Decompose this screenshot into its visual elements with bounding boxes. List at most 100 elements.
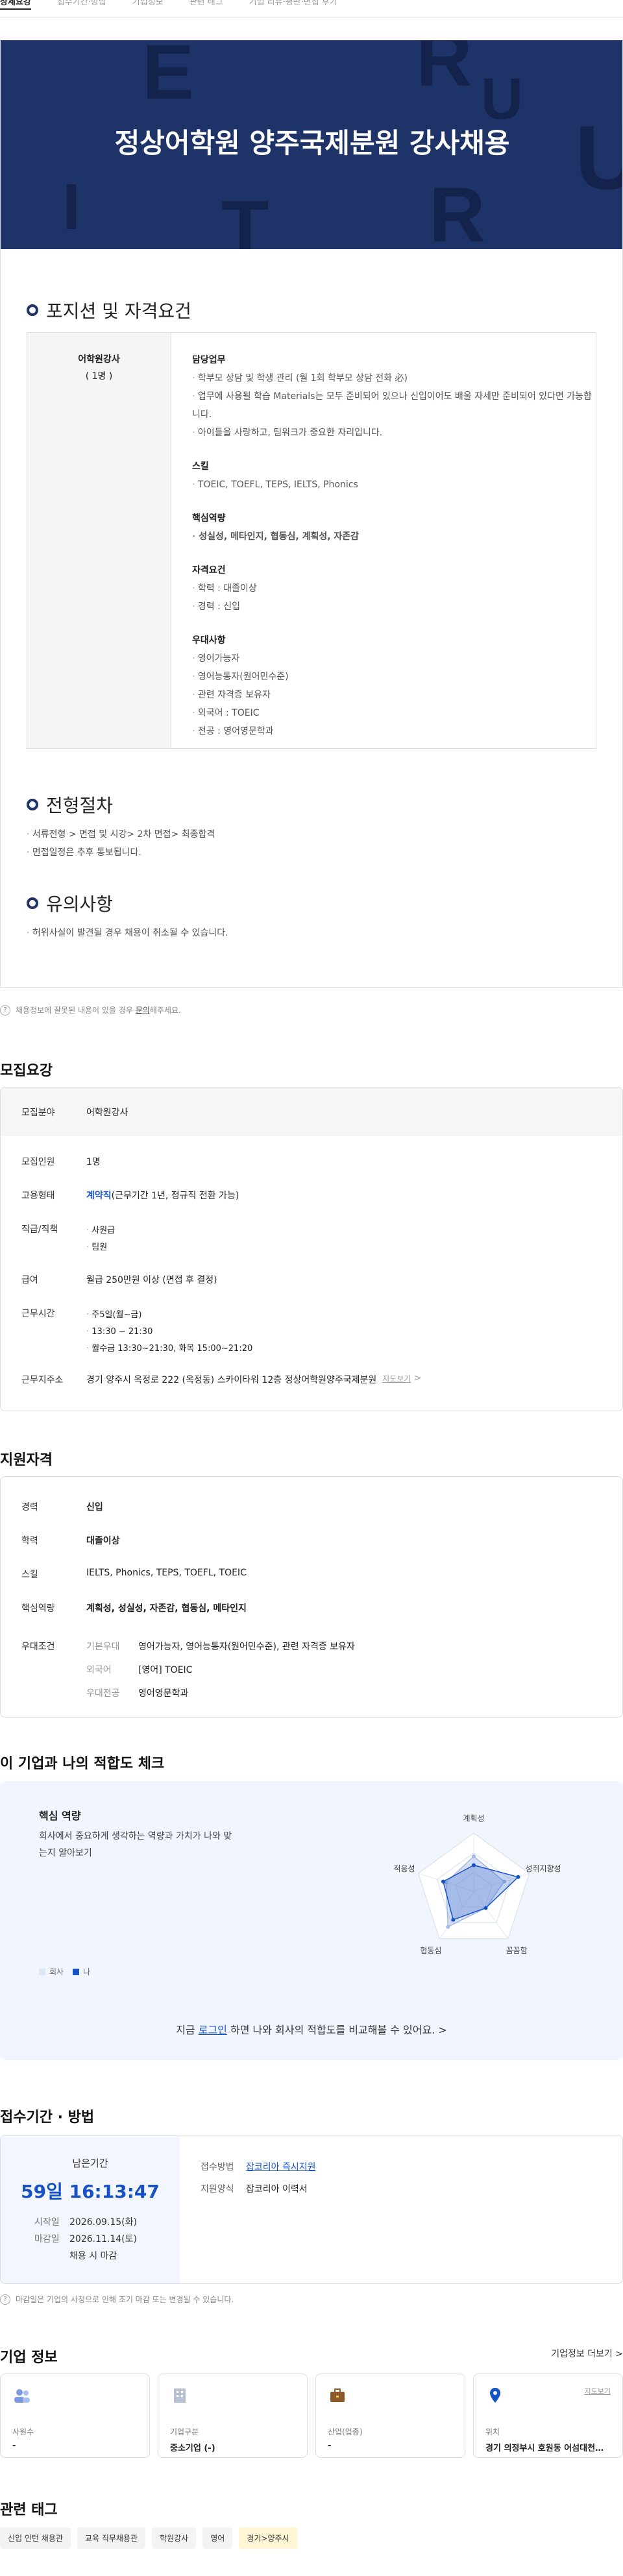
requirement-item: 아이들을 사랑하고, 팀워크가 중요한 자리입니다. (192, 424, 596, 442)
tag-item[interactable]: 경기>양주시 (239, 2527, 297, 2549)
radar-axis-label: 계획성 (463, 1814, 484, 1823)
tab-reviews[interactable]: 기업 리뷰·평판·면접 후기 (249, 0, 337, 7)
banner-letter: T (221, 184, 269, 249)
apply-link[interactable]: 잡코리아 즉시지원 (246, 2162, 316, 2172)
building-icon (174, 2388, 186, 2403)
map-link[interactable]: 지도보기 (382, 1373, 411, 1386)
radar-me-point (516, 1875, 520, 1879)
radar-axis-label: 적응성 (393, 1864, 415, 1873)
chevron-right-icon: > (438, 2024, 447, 2036)
role-count: ( 1명 ) (85, 371, 113, 382)
question-icon: ? (0, 2294, 10, 2305)
period-left: 남은기간 59일 16:13:47 시작일 2026.09.15(화) 마감일 20… (1, 2135, 180, 2283)
tag-list: 신입 인턴 채용관 교육 직무채용관 학원강사 영어 경기>양주시 (0, 2527, 297, 2549)
legend-company-swatch (39, 1968, 45, 1975)
company-card-industry: 산업(업종) - (315, 2374, 465, 2458)
tab-period[interactable]: 접수기간·방법 (57, 0, 106, 7)
requirement-item: 학부모 상담 및 학생 관리 (월 1회 학부모 상담 전화 必) (192, 369, 596, 387)
banner-letter: I (62, 171, 80, 243)
position-role-cell: 어학원강사 ( 1명 ) (27, 333, 171, 748)
map-link[interactable]: 지도보기 (585, 2386, 611, 2396)
start-date: 2026.09.15(화) (69, 2217, 137, 2228)
question-icon: ? (0, 1004, 10, 1015)
requirement-item: 업무에 사용될 학습 Materials는 모두 준비되어 있으나 신입이어도 … (192, 387, 596, 424)
legend-me: 나 (83, 1967, 91, 1976)
tab-company[interactable]: 기업정보 (132, 0, 164, 7)
radar-me-point (483, 1906, 488, 1910)
caution-item: 허위사실이 발견될 경우 채용이 취소될 수 있습니다. (27, 924, 228, 942)
radar-chart: 계획성성취지향성꼼꼼함 협동심 적응성 (393, 1814, 561, 1956)
period-right: 접수방법 잡코리아 즉시지원 지원양식 잡코리아 이력서 (201, 2162, 316, 2194)
qual-row: 우대조건 기본우대 영어가능자, 영어능통자(원어민수준), 관련 자격증 보유자… (21, 1642, 355, 1699)
tag-item[interactable]: 학원강사 (152, 2527, 197, 2549)
radar-me-point (451, 1917, 456, 1922)
recruit-row: 모집인원 1명 (21, 1157, 101, 1167)
form-type: 잡코리아 이력서 (246, 2184, 308, 2194)
requirement-group: 스킬 TOEIC, TOEFL, TEPS, IELTS, Phonics (192, 457, 596, 494)
legend-company: 회사 (49, 1967, 64, 1976)
requirement-group: 핵심역량성실성, 메타인지, 협동심, 계획성, 자존감 (192, 509, 596, 546)
tag-item[interactable]: 교육 직무채용관 (77, 2527, 146, 2549)
requirement-group-title: 핵심역량 (192, 513, 226, 524)
qual-title: 지원자격 (0, 1452, 53, 1468)
requirement-item: 영어능통자(원어민수준) (192, 668, 596, 686)
job-detail-box: E R I T R U U 정상어학원 양주국제분원 강사채용 포지션 및 자격… (0, 40, 623, 988)
report-note: ? 채용정보에 잘못된 내용이 있을 경우 문의 해주세요. (0, 1004, 181, 1015)
company-card-type: 기업구분 중소기업 (-) (158, 2374, 308, 2458)
radar-company-point (472, 1854, 476, 1858)
top-tabs: 상세요강 접수기간·방법 기업정보 관련 태그 기업 리뷰·평판·면접 후기 (0, 0, 623, 18)
requirement-item: 관련 자격증 보유자 (192, 686, 596, 704)
qual-row: 핵심역량 계획성, 성실성, 자존감, 협동심, 메타인지 (21, 1603, 247, 1614)
end-date: 2026.11.14(토) (69, 2234, 137, 2244)
fit-cta: 지금 로그인 하면 나와 회사의 적합도를 비교해볼 수 있어요. > (176, 2024, 447, 2036)
radar-axis-label: 꼼꼼함 (506, 1946, 528, 1955)
requirement-group: 담당업무학부모 상담 및 학생 관리 (월 1회 학부모 상담 전화 必)업무에… (192, 351, 596, 442)
tab-detail[interactable]: 상세요강 (0, 0, 31, 10)
briefcase-icon (330, 2388, 345, 2402)
position-section-title: 포지션 및 자격요건 (27, 297, 191, 323)
position-requirements: 담당업무학부모 상담 및 학생 관리 (월 1회 학부모 상담 전화 必)업무에… (171, 333, 596, 748)
requirement-group-title: 담당업무 (192, 355, 226, 365)
tag-item[interactable]: 영어 (202, 2527, 233, 2549)
fit-title: 이 기업과 나의 적합도 체크 (0, 1756, 165, 1772)
process-item: 면접일정은 추후 통보됩니다. (27, 844, 215, 862)
qual-row: 경력 신입 (21, 1502, 103, 1513)
requirement-group-title: 자격요건 (192, 565, 226, 576)
radar-me-point (441, 1879, 445, 1884)
qual-box: 경력 신입 학력 대졸이상 스킬 IELTS, Phonics, TEPS, TOEF… (0, 1476, 623, 1718)
qual-row: 학력 대졸이상 (21, 1536, 120, 1546)
requirement-item: 외국어 : TOEIC (192, 704, 596, 722)
banner-letter: E (142, 40, 195, 115)
ring-icon (27, 897, 38, 909)
radar-legend: 회사 나 (39, 1966, 90, 1977)
login-link[interactable]: 로그인 (199, 2024, 227, 2036)
period-note: ? 마감일은 기업의 사정으로 인해 조기 마감 또는 변경될 수 있습니다. (0, 2294, 234, 2305)
radar-company-point (446, 1925, 450, 1929)
pin-icon (490, 2388, 500, 2403)
banner-letter: R (416, 40, 472, 103)
note-text: 채용정보에 잘못된 내용이 있을 경우 (16, 1006, 133, 1015)
recruit-box: 모집분야 어학원강사 모집인원 1명 고용형태 계약직(근무기간 1년, 정규직 전환… (0, 1087, 623, 1411)
chevron-right-icon: > (411, 1373, 422, 1383)
radar-me-point (472, 1863, 476, 1867)
qual-row: 스킬 IELTS, Phonics, TEPS, TOEFL, TOEIC (21, 1568, 247, 1580)
caution-list: 허위사실이 발견될 경우 채용이 취소될 수 있습니다. (27, 924, 228, 942)
requirement-group: 우대사항영어가능자영어능통자(원어민수준)관련 자격증 보유자외국어 : TOE… (192, 631, 596, 740)
requirement-group-title: 우대사항 (192, 635, 226, 646)
company-title: 기업 정보 (0, 2350, 58, 2366)
company-more-link[interactable]: 기업정보 더보기 > (551, 2347, 623, 2360)
radar-axis-label: 성취지향성 (525, 1864, 561, 1873)
banner: E R I T R U U 정상어학원 양주국제분원 강사채용 (1, 40, 622, 249)
fit-card: 핵심 역량 회사에서 중요하게 생각하는 역량과 가치가 나와 맞는지 알아보기… (0, 1781, 623, 2060)
fit-card-title: 핵심 역량 (39, 1810, 81, 1822)
tag-item[interactable]: 신입 인턴 채용관 (0, 2527, 71, 2549)
recruit-row: 모집분야 어학원강사 (21, 1108, 128, 1118)
report-link[interactable]: 문의 (136, 1004, 150, 1015)
ring-icon (27, 304, 38, 316)
tab-tags[interactable]: 관련 태그 (189, 0, 223, 7)
end-note: 채용 시 마감 (69, 2251, 117, 2261)
recruit-row: 급여 월급 250만원 이상 (면접 후 결정) (21, 1275, 217, 1285)
requirement-item: 영어가능자 (192, 650, 596, 668)
requirement-item: 전공 : 영어영문학과 (192, 722, 596, 740)
radar-axis-label: 협동심 (420, 1946, 441, 1955)
